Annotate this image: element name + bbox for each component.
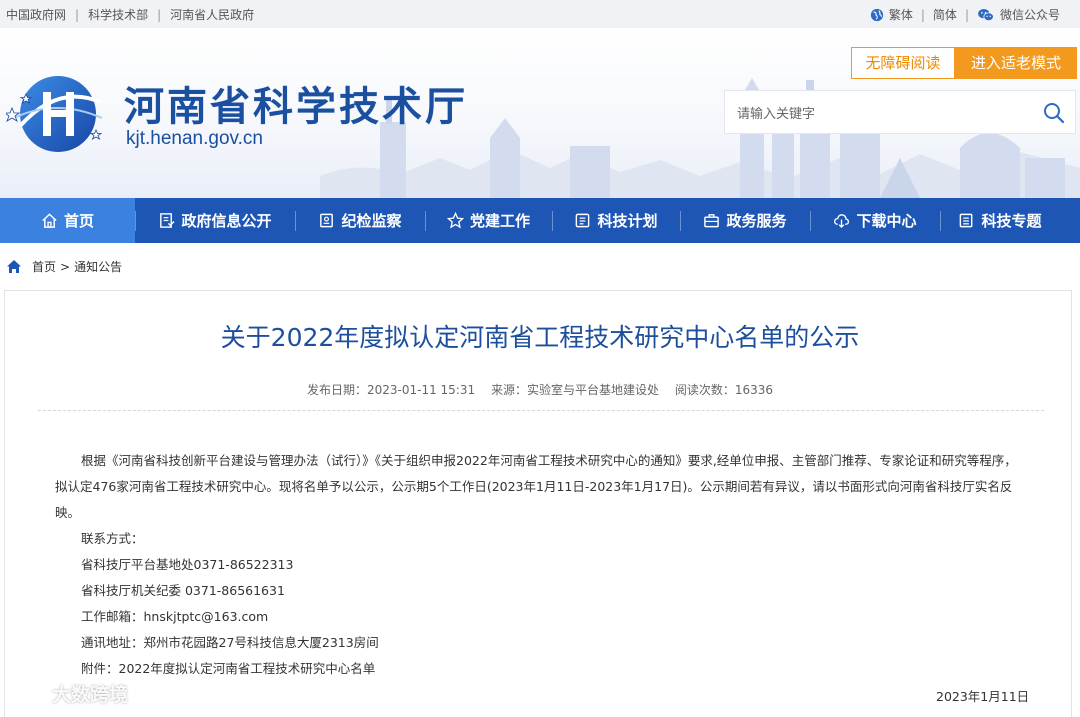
- publish-date: 2023-01-11 15:31: [366, 383, 476, 397]
- cloud-download-icon: [834, 214, 850, 229]
- breadcrumb-current[interactable]: 通知公告: [74, 258, 122, 275]
- views-label: 阅读次数：: [674, 383, 735, 397]
- breadcrumb: 首页 > 通知公告: [6, 258, 122, 275]
- nav-label: 科技专题: [981, 212, 1042, 230]
- top-links: 中国政府网 | 科学技术部 | 河南省人民政府: [6, 6, 254, 23]
- contact-discipline: 省科技厅机关纪委 0371-86561631: [81, 583, 285, 598]
- nav-gov-info[interactable]: 政府信息公开: [135, 198, 295, 243]
- nav-label: 纪检监察: [341, 212, 402, 230]
- watermark-logo-icon: [8, 684, 48, 703]
- nav-sci-plan[interactable]: 科技计划: [552, 198, 680, 243]
- breadcrumb-separator: >: [60, 259, 71, 274]
- search-icon[interactable]: [1043, 102, 1065, 124]
- topic-icon: [960, 213, 973, 228]
- globe-icon: [870, 8, 883, 21]
- wechat-icon: [978, 8, 994, 21]
- plan-icon: [576, 213, 590, 228]
- accessibility-button[interactable]: 无障碍阅读: [851, 47, 955, 79]
- nav-label: 政务服务: [726, 212, 787, 230]
- search-box[interactable]: 请输入关键字: [724, 90, 1076, 134]
- home-icon: [42, 213, 57, 228]
- nav-label: 党建工作: [469, 212, 530, 230]
- briefcase-icon: [704, 214, 720, 228]
- top-bar: 中国政府网 | 科学技术部 | 河南省人民政府 繁体 | 简体 | 微信公众号: [0, 0, 1080, 28]
- henan-kjt-logo: [6, 76, 103, 152]
- breadcrumb-home-link[interactable]: 首页: [32, 258, 56, 275]
- nav-label: 首页: [63, 212, 94, 230]
- document-icon: [160, 213, 176, 228]
- site-header: 河南省科学技术厅 kjt.henan.gov.cn 无障碍阅读 进入适老模式 请…: [0, 28, 1080, 198]
- divider: |: [157, 7, 162, 22]
- view-count: 16336: [734, 383, 774, 397]
- star-icon: [446, 212, 464, 229]
- body-paragraph: 根据《河南省科技创新平台建设与管理办法（试行）》《关于组织申报2022年河南省工…: [55, 453, 1017, 520]
- article-meta: 发布日期：2023-01-11 15:31 来源：实验室与平台基地建设处 阅读次…: [0, 381, 1080, 398]
- site-domain: kjt.henan.gov.cn: [126, 128, 263, 149]
- search-input[interactable]: 请输入关键字: [737, 103, 815, 122]
- nav-label: 下载中心: [856, 212, 917, 230]
- source: 实验室与平台基地建设处: [526, 383, 659, 397]
- attachment-link[interactable]: 附件：2022年度拟认定河南省工程技术研究中心名单: [55, 656, 1029, 682]
- wechat-link[interactable]: 微信公众号: [1000, 6, 1060, 23]
- publish-date-label: 发布日期：: [306, 383, 367, 397]
- traditional-chinese-link[interactable]: 繁体: [889, 6, 913, 23]
- divider: |: [920, 7, 925, 22]
- article-body: 根据《河南省科技创新平台建设与管理办法（试行）》《关于组织申报2022年河南省工…: [55, 448, 1029, 682]
- contact-address: 通讯地址：郑州市花园路27号科技信息大厦2313房间: [81, 635, 379, 650]
- contact-platform: 省科技厅平台基地处0371-86522313: [81, 557, 294, 572]
- main-nav: 首页 政府信息公开 纪检监察 党建工作 科技计划 政务服务 下载中心 科技专题: [0, 198, 1080, 243]
- home-icon: [7, 260, 21, 273]
- site-title: 河南省科学技术厅: [124, 84, 468, 130]
- link-most[interactable]: 科学技术部: [88, 6, 148, 23]
- nav-label: 政府信息公开: [181, 212, 272, 230]
- divider: |: [964, 7, 969, 22]
- article-title: 关于2022年度拟认定河南省工程技术研究中心名单的公示: [220, 323, 860, 352]
- elder-mode-button[interactable]: 进入适老模式: [955, 47, 1077, 79]
- nav-gov-service[interactable]: 政务服务: [680, 198, 810, 243]
- contact-label: 联系方式：: [81, 531, 144, 546]
- watermark-text: 大数跨境: [52, 684, 129, 706]
- nav-discipline[interactable]: 纪检监察: [295, 198, 425, 243]
- top-tools: 繁体 | 简体 | 微信公众号: [870, 6, 1060, 23]
- watermark: 大数跨境: [8, 680, 128, 707]
- inspection-icon: [320, 213, 334, 228]
- contact-email: 工作邮箱：hnskjtptc@163.com: [81, 609, 269, 624]
- link-gov-cn[interactable]: 中国政府网: [6, 6, 66, 23]
- simplified-chinese-link[interactable]: 简体: [933, 6, 957, 23]
- nav-topics[interactable]: 科技专题: [940, 198, 1060, 243]
- source-label: 来源：: [490, 383, 527, 397]
- nav-home[interactable]: 首页: [0, 198, 135, 243]
- nav-download[interactable]: 下载中心: [810, 198, 940, 243]
- signature-date: 2023年1月11日: [936, 689, 1030, 704]
- link-henan-gov[interactable]: 河南省人民政府: [170, 6, 254, 23]
- divider: |: [75, 7, 80, 22]
- nav-party[interactable]: 党建工作: [425, 198, 552, 243]
- nav-label: 科技计划: [597, 212, 658, 230]
- meta-divider: [38, 410, 1044, 411]
